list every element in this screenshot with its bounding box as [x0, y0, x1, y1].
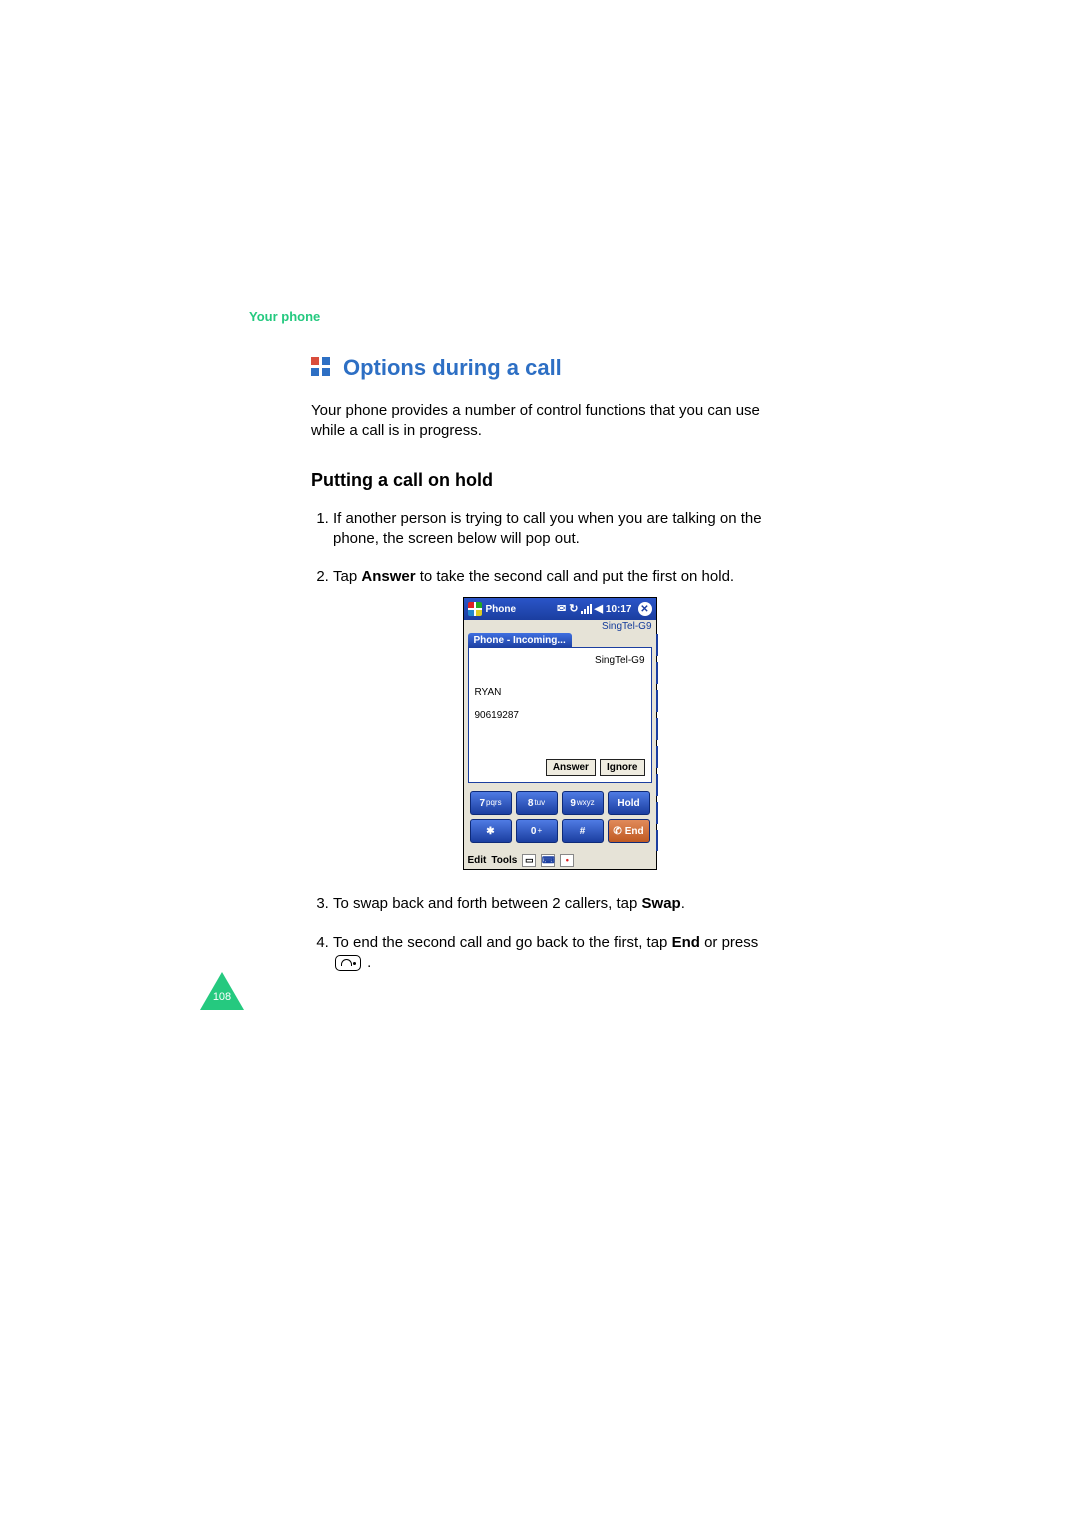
- step-3: To swap back and forth between 2 callers…: [333, 894, 786, 914]
- phone-bottom-bar: Edit Tools ▭ ⌨: [464, 851, 656, 869]
- step-4: To end the second call and go back to th…: [333, 933, 786, 974]
- key-0[interactable]: 0+: [516, 819, 558, 843]
- phone-screenshot: Phone ✉ ↻ ◀ 10:17 ✕ Sin: [463, 597, 657, 870]
- keyboard-icon[interactable]: ⌨: [541, 854, 555, 867]
- heading-row: Options during a call: [311, 355, 786, 381]
- step-3-text-a: To swap back and forth between 2 callers…: [333, 895, 642, 912]
- sync-icon: ↻: [569, 604, 578, 615]
- section-heading: Putting a call on hold: [311, 470, 786, 491]
- chat-icon: ✉: [557, 604, 566, 615]
- step-3-text-c: .: [681, 895, 685, 912]
- incoming-tab-bar: Phone - Incoming...: [468, 634, 652, 648]
- hold-button[interactable]: Hold: [608, 791, 650, 815]
- page-number: 108: [200, 991, 244, 1003]
- windows-flag-icon: [468, 602, 482, 616]
- status-time: 10:17: [606, 603, 632, 617]
- end-button[interactable]: ✆End: [608, 819, 650, 843]
- phone-icon: ✆: [613, 825, 621, 839]
- hangup-hardware-button-icon: [335, 955, 361, 971]
- key-9[interactable]: 9wxyz: [562, 791, 604, 815]
- answer-button[interactable]: Answer: [546, 759, 596, 777]
- intro-paragraph: Your phone provides a number of control …: [311, 401, 786, 442]
- phone-title-bar: Phone ✉ ↻ ◀ 10:17 ✕: [464, 598, 656, 620]
- steps-list: If another person is trying to call you …: [311, 509, 786, 974]
- caller-name: RYAN: [475, 686, 645, 700]
- page-number-badge: 108: [200, 972, 244, 1012]
- edit-menu[interactable]: Edit: [468, 854, 487, 868]
- step-2-text-a: Tap: [333, 568, 361, 585]
- key-hash[interactable]: #: [562, 819, 604, 843]
- ignore-button[interactable]: Ignore: [600, 759, 645, 777]
- phone-app-title: Phone: [486, 603, 517, 617]
- step-2-text-c: to take the second call and put the firs…: [416, 568, 735, 585]
- page-heading: Options during a call: [343, 355, 562, 381]
- key-7[interactable]: 7pqrs: [470, 791, 512, 815]
- breadcrumb: Your phone: [249, 309, 320, 324]
- tools-menu[interactable]: Tools: [491, 854, 517, 868]
- signal-icon: [581, 604, 591, 614]
- step-3-swap: Swap: [642, 895, 681, 912]
- step-4-text-d: .: [363, 954, 371, 971]
- incoming-call-popup: SingTel-G9 RYAN 90619287 Answer Ignore: [468, 647, 652, 783]
- step-1: If another person is trying to call you …: [333, 509, 786, 550]
- phone-body: Phone - Incoming... SingTel-G9 RYAN 9061…: [464, 634, 656, 851]
- main-content: Options during a call Your phone provide…: [311, 355, 786, 991]
- close-icon[interactable]: ✕: [638, 602, 652, 616]
- dialpad: 7pqrs 8tuv 9wxyz Hold ✱ 0+ # ✆End: [468, 783, 652, 847]
- status-icons: ✉ ↻ ◀ 10:17 ✕: [557, 602, 651, 616]
- step-4-text-c: or press: [700, 934, 758, 951]
- step-2-answer: Answer: [361, 568, 415, 585]
- caller-number: 90619287: [475, 709, 645, 723]
- popup-carrier: SingTel-G9: [595, 654, 644, 668]
- key-star[interactable]: ✱: [470, 819, 512, 843]
- step-4-end: End: [672, 934, 700, 951]
- incoming-tab: Phone - Incoming...: [468, 633, 572, 649]
- key-8[interactable]: 8tuv: [516, 791, 558, 815]
- note-icon[interactable]: ▭: [522, 854, 536, 867]
- step-4-text-a: To end the second call and go back to th…: [333, 934, 672, 951]
- record-icon[interactable]: [560, 854, 574, 867]
- step-2: Tap Answer to take the second call and p…: [333, 567, 786, 870]
- speaker-icon: ◀: [594, 604, 602, 615]
- heading-bullet-icon: [311, 357, 333, 379]
